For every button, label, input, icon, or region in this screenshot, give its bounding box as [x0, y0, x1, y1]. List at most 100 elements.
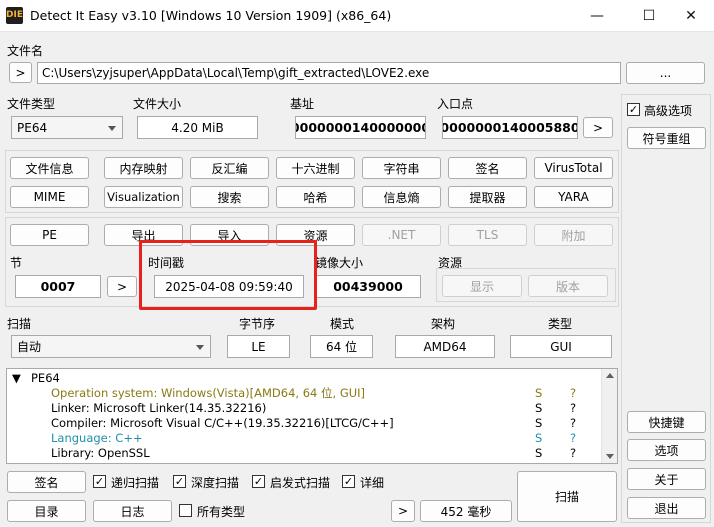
- hex-button[interactable]: 十六进制: [276, 157, 355, 179]
- extractor-button[interactable]: 提取器: [448, 186, 527, 208]
- entry-point-label: 入口点: [437, 97, 474, 111]
- entry-point-arrow-button[interactable]: >: [583, 117, 613, 138]
- all-types-checkbox[interactable]: [179, 504, 192, 517]
- chevron-down-icon: [196, 344, 204, 350]
- file-size-label: 文件大小: [133, 97, 182, 111]
- image-size-label: 镜像大小: [315, 256, 364, 270]
- search-button[interactable]: 搜索: [190, 186, 269, 208]
- image-size-field: 00439000: [315, 275, 421, 298]
- file-size-field: 4.20 MiB: [137, 116, 258, 139]
- section-count-field: 0007: [15, 275, 101, 298]
- deep-scan-label: 深度扫描: [191, 476, 240, 490]
- result-row-text[interactable]: Library: OpenSSL: [51, 446, 150, 461]
- endianness-field: LE: [227, 335, 290, 358]
- memory-map-button[interactable]: 内存映射: [104, 157, 183, 179]
- show-button[interactable]: 显示: [442, 275, 522, 297]
- architecture-field: AMD64: [395, 335, 495, 358]
- log-button[interactable]: 日志: [93, 500, 172, 522]
- heuristic-scan-checkbox[interactable]: ✓: [252, 475, 265, 488]
- exit-button[interactable]: 退出: [627, 497, 706, 519]
- result-row-info-link[interactable]: ?: [570, 446, 576, 461]
- scan-button[interactable]: 扫描: [517, 471, 617, 522]
- dotnet-button[interactable]: .NET: [362, 224, 441, 246]
- recursive-scan-checkbox[interactable]: ✓: [93, 475, 106, 488]
- file-path-field[interactable]: C:\Users\zyjsuper\AppData\Local\Temp\gif…: [37, 62, 621, 84]
- result-row-signature-link[interactable]: S: [535, 386, 542, 401]
- result-row-signature-link[interactable]: S: [535, 401, 542, 416]
- app-icon: DIE: [6, 7, 23, 24]
- heuristic-scan-label: 启发式扫描: [270, 476, 331, 490]
- file-type-select[interactable]: PE64: [11, 116, 123, 139]
- verbose-label: 详细: [360, 476, 385, 490]
- base-address-field: 0000000140000000: [295, 116, 426, 139]
- signature-button[interactable]: 签名: [7, 471, 86, 493]
- scroll-up-icon[interactable]: [606, 373, 614, 378]
- base-address-label: 基址: [290, 97, 315, 111]
- verbose-checkbox[interactable]: ✓: [342, 475, 355, 488]
- file-name-label: 文件名: [7, 44, 44, 58]
- vertical-scrollbar[interactable]: [601, 369, 617, 463]
- close-button[interactable]: ✕: [668, 0, 714, 32]
- disassembly-button[interactable]: 反汇编: [190, 157, 269, 179]
- about-button[interactable]: 关于: [627, 468, 706, 490]
- endianness-label: 字节序: [239, 317, 276, 331]
- entry-point-field: 0000000140005880: [442, 116, 578, 139]
- result-row-signature-link[interactable]: S: [535, 446, 542, 461]
- signatures-button[interactable]: 签名: [448, 157, 527, 179]
- file-type-label: 文件类型: [7, 97, 56, 111]
- tls-button[interactable]: TLS: [448, 224, 527, 246]
- file-info-button[interactable]: 文件信息: [10, 157, 89, 179]
- maximize-button[interactable]: ☐: [626, 0, 672, 32]
- result-row-text[interactable]: Linker: Microsoft Linker(14.35.32216): [51, 401, 266, 416]
- chevron-down-icon: [108, 125, 116, 131]
- visualization-button[interactable]: Visualization: [104, 186, 183, 208]
- result-row-info-link[interactable]: ?: [570, 386, 576, 401]
- window-title: Detect It Easy v3.10 [Windows 10 Version…: [30, 8, 392, 23]
- entropy-button[interactable]: 信息熵: [362, 186, 441, 208]
- result-row-signature-link[interactable]: S: [535, 416, 542, 431]
- pe-button[interactable]: PE: [10, 224, 89, 246]
- symbol-reorg-button[interactable]: 符号重组: [627, 127, 706, 149]
- scan-options-arrow-button[interactable]: >: [391, 500, 415, 522]
- advanced-options-checkbox[interactable]: ✓: [627, 103, 640, 116]
- mode-field: 64 位: [310, 335, 373, 358]
- results-tree[interactable]: ▼ PE64 Operation system: Windows(Vista)[…: [6, 368, 618, 464]
- all-types-label: 所有类型: [197, 505, 246, 519]
- overlay-button[interactable]: 附加: [534, 224, 613, 246]
- scan-label: 扫描: [7, 317, 32, 331]
- strings-button[interactable]: 字符串: [362, 157, 441, 179]
- virustotal-button[interactable]: VirusTotal: [534, 157, 613, 179]
- result-row-text[interactable]: Operation system: Windows(Vista)[AMD64, …: [51, 386, 365, 401]
- directory-button[interactable]: 目录: [7, 500, 86, 522]
- scan-mode-select[interactable]: 自动: [11, 335, 211, 358]
- yara-button[interactable]: YARA: [534, 186, 613, 208]
- tree-root[interactable]: PE64: [31, 371, 60, 386]
- type-label: 类型: [548, 317, 573, 331]
- section-arrow-button[interactable]: >: [107, 276, 137, 297]
- highlight-box: [139, 240, 317, 310]
- result-row-signature-link[interactable]: S: [535, 431, 542, 446]
- options-button[interactable]: 选项: [627, 439, 706, 461]
- mode-label: 模式: [330, 317, 355, 331]
- hash-button[interactable]: 哈希: [276, 186, 355, 208]
- result-row-text[interactable]: Language: C++: [51, 431, 143, 446]
- mime-button[interactable]: MIME: [10, 186, 89, 208]
- result-row-info-link[interactable]: ?: [570, 431, 576, 446]
- scroll-down-icon[interactable]: [606, 454, 614, 459]
- tree-expand-icon[interactable]: ▼: [12, 371, 21, 386]
- advanced-options-label: 高级选项: [644, 104, 693, 118]
- scan-time-button[interactable]: 452 毫秒: [420, 500, 512, 522]
- section-label: 节: [10, 256, 23, 270]
- shortcuts-button[interactable]: 快捷键: [627, 411, 706, 433]
- result-row-info-link[interactable]: ?: [570, 416, 576, 431]
- deep-scan-checkbox[interactable]: ✓: [173, 475, 186, 488]
- recursive-scan-label: 递归扫描: [111, 476, 160, 490]
- architecture-label: 架构: [431, 317, 456, 331]
- version-button[interactable]: 版本: [528, 275, 608, 297]
- result-row-text[interactable]: Compiler: Microsoft Visual C/C++(19.35.3…: [51, 416, 394, 431]
- result-row-info-link[interactable]: ?: [570, 401, 576, 416]
- scan-mode-value: 自动: [17, 340, 42, 354]
- open-file-button[interactable]: ...: [626, 62, 705, 84]
- minimize-button[interactable]: —: [574, 0, 620, 32]
- file-menu-arrow-button[interactable]: >: [9, 62, 32, 83]
